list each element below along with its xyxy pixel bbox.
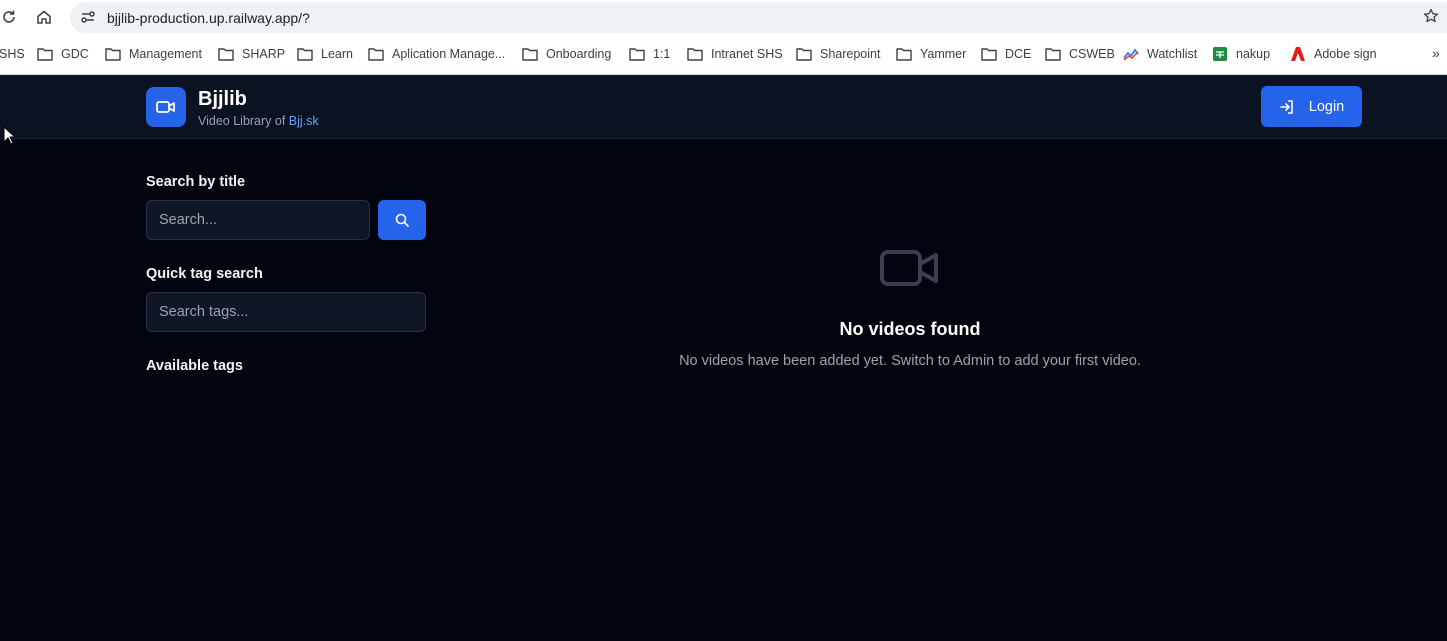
- bookmark-application-management[interactable]: Aplication Manage...: [368, 45, 505, 63]
- brand-subtitle: Video Library of Bjj.sk: [198, 114, 319, 128]
- subtitle-link[interactable]: Bjj.sk: [289, 114, 319, 128]
- bookmark-watchlist[interactable]: Watchlist: [1123, 45, 1197, 63]
- login-button[interactable]: Login: [1261, 86, 1362, 127]
- bookmark-management[interactable]: Management: [105, 45, 202, 63]
- search-button[interactable]: [378, 200, 426, 240]
- video-camera-icon: [156, 101, 175, 113]
- bookmarks-bar: SHS GDC Management SHARP Learn Aplicatio…: [0, 38, 1447, 70]
- bookmark-label: nakup: [1236, 47, 1271, 61]
- tag-search-input[interactable]: [146, 292, 426, 332]
- more-bookmarks-button[interactable]: »: [1432, 45, 1440, 61]
- folder-icon: [297, 48, 313, 61]
- folder-icon: [1045, 48, 1061, 61]
- folder-icon: [981, 48, 997, 61]
- brand-name: Bjjlib: [198, 88, 247, 110]
- bookmark-intranet-shs[interactable]: Intranet SHS: [687, 45, 783, 63]
- empty-state-title: No videos found: [839, 319, 981, 339]
- bookmark-csweb[interactable]: CSWEB: [1045, 45, 1115, 63]
- bookmark-label: Yammer: [920, 47, 967, 61]
- app-header: Bjjlib Video Library of Bjj.sk Login: [0, 75, 1447, 139]
- folder-icon: [629, 48, 645, 61]
- bookmark-adobe-sign[interactable]: Adobe sign: [1290, 45, 1377, 63]
- bookmark-dce[interactable]: DCE: [981, 45, 1031, 63]
- bookmark-label: Watchlist: [1147, 47, 1198, 61]
- bookmark-sharp[interactable]: SHARP: [218, 45, 285, 63]
- watchlist-icon: [1123, 48, 1139, 61]
- bookmark-label: CSWEB: [1069, 47, 1115, 61]
- folder-icon: [522, 48, 538, 61]
- folder-icon: [368, 48, 384, 61]
- bookmark-label: GDC: [61, 47, 89, 61]
- folder-icon: [105, 48, 121, 61]
- empty-state-description: No videos have been added yet. Switch to…: [679, 353, 1141, 369]
- address-bar[interactable]: bjjlib-production.up.railway.app/?: [70, 2, 1447, 33]
- folder-icon: [687, 48, 703, 61]
- bookmark-gdc[interactable]: GDC: [37, 45, 89, 63]
- bookmark-learn[interactable]: Learn: [297, 45, 353, 63]
- bookmark-label: Adobe sign: [1314, 47, 1377, 61]
- available-tags-label: Available tags: [146, 358, 243, 374]
- bookmark-onboarding[interactable]: Onboarding: [522, 45, 611, 63]
- search-by-title-label: Search by title: [146, 174, 246, 190]
- bookmark-label: Aplication Manage...: [392, 47, 506, 61]
- video-camera-icon: [879, 246, 941, 290]
- browser-chrome: bjjlib-production.up.railway.app/? SHS G…: [0, 0, 1447, 75]
- home-icon[interactable]: [34, 8, 54, 26]
- sheets-icon: [1213, 47, 1227, 61]
- logo[interactable]: [146, 87, 186, 127]
- site-settings-icon[interactable]: [80, 9, 96, 25]
- login-label: Login: [1308, 98, 1345, 115]
- search-icon: [395, 213, 409, 227]
- search-input[interactable]: [146, 200, 370, 240]
- bookmark-label: Intranet SHS: [711, 47, 783, 61]
- bookmark-star-icon[interactable]: [1422, 7, 1440, 25]
- login-icon: [1279, 99, 1293, 114]
- adobe-icon: [1291, 47, 1305, 61]
- bookmark-shs[interactable]: SHS: [0, 45, 25, 63]
- bookmark-label: SHARP: [242, 47, 286, 61]
- quick-tag-search-label: Quick tag search: [146, 266, 263, 282]
- folder-icon: [796, 48, 812, 61]
- bookmark-sharepoint[interactable]: Sharepoint: [796, 45, 880, 63]
- bookmark-label: Sharepoint: [820, 47, 881, 61]
- mouse-cursor-icon: [3, 125, 17, 145]
- bookmark-label: Onboarding: [546, 47, 612, 61]
- bookmark-label: Learn: [321, 47, 353, 61]
- bookmark-one-on-one[interactable]: 1:1: [629, 45, 670, 63]
- subtitle-prefix: Video Library of: [198, 114, 289, 128]
- folder-icon: [896, 48, 912, 61]
- bookmark-nakup[interactable]: nakup: [1212, 45, 1270, 63]
- bookmark-label: Management: [129, 47, 202, 61]
- bookmark-label: DCE: [1005, 47, 1032, 61]
- folder-icon: [37, 48, 53, 61]
- address-row: bjjlib-production.up.railway.app/?: [0, 0, 1447, 36]
- bookmark-label: 1:1: [653, 47, 671, 61]
- bookmark-yammer[interactable]: Yammer: [896, 45, 966, 63]
- folder-icon: [218, 48, 234, 61]
- reload-icon[interactable]: [0, 8, 18, 26]
- bookmark-label: SHS: [0, 47, 25, 61]
- url-text[interactable]: bjjlib-production.up.railway.app/?: [107, 10, 310, 26]
